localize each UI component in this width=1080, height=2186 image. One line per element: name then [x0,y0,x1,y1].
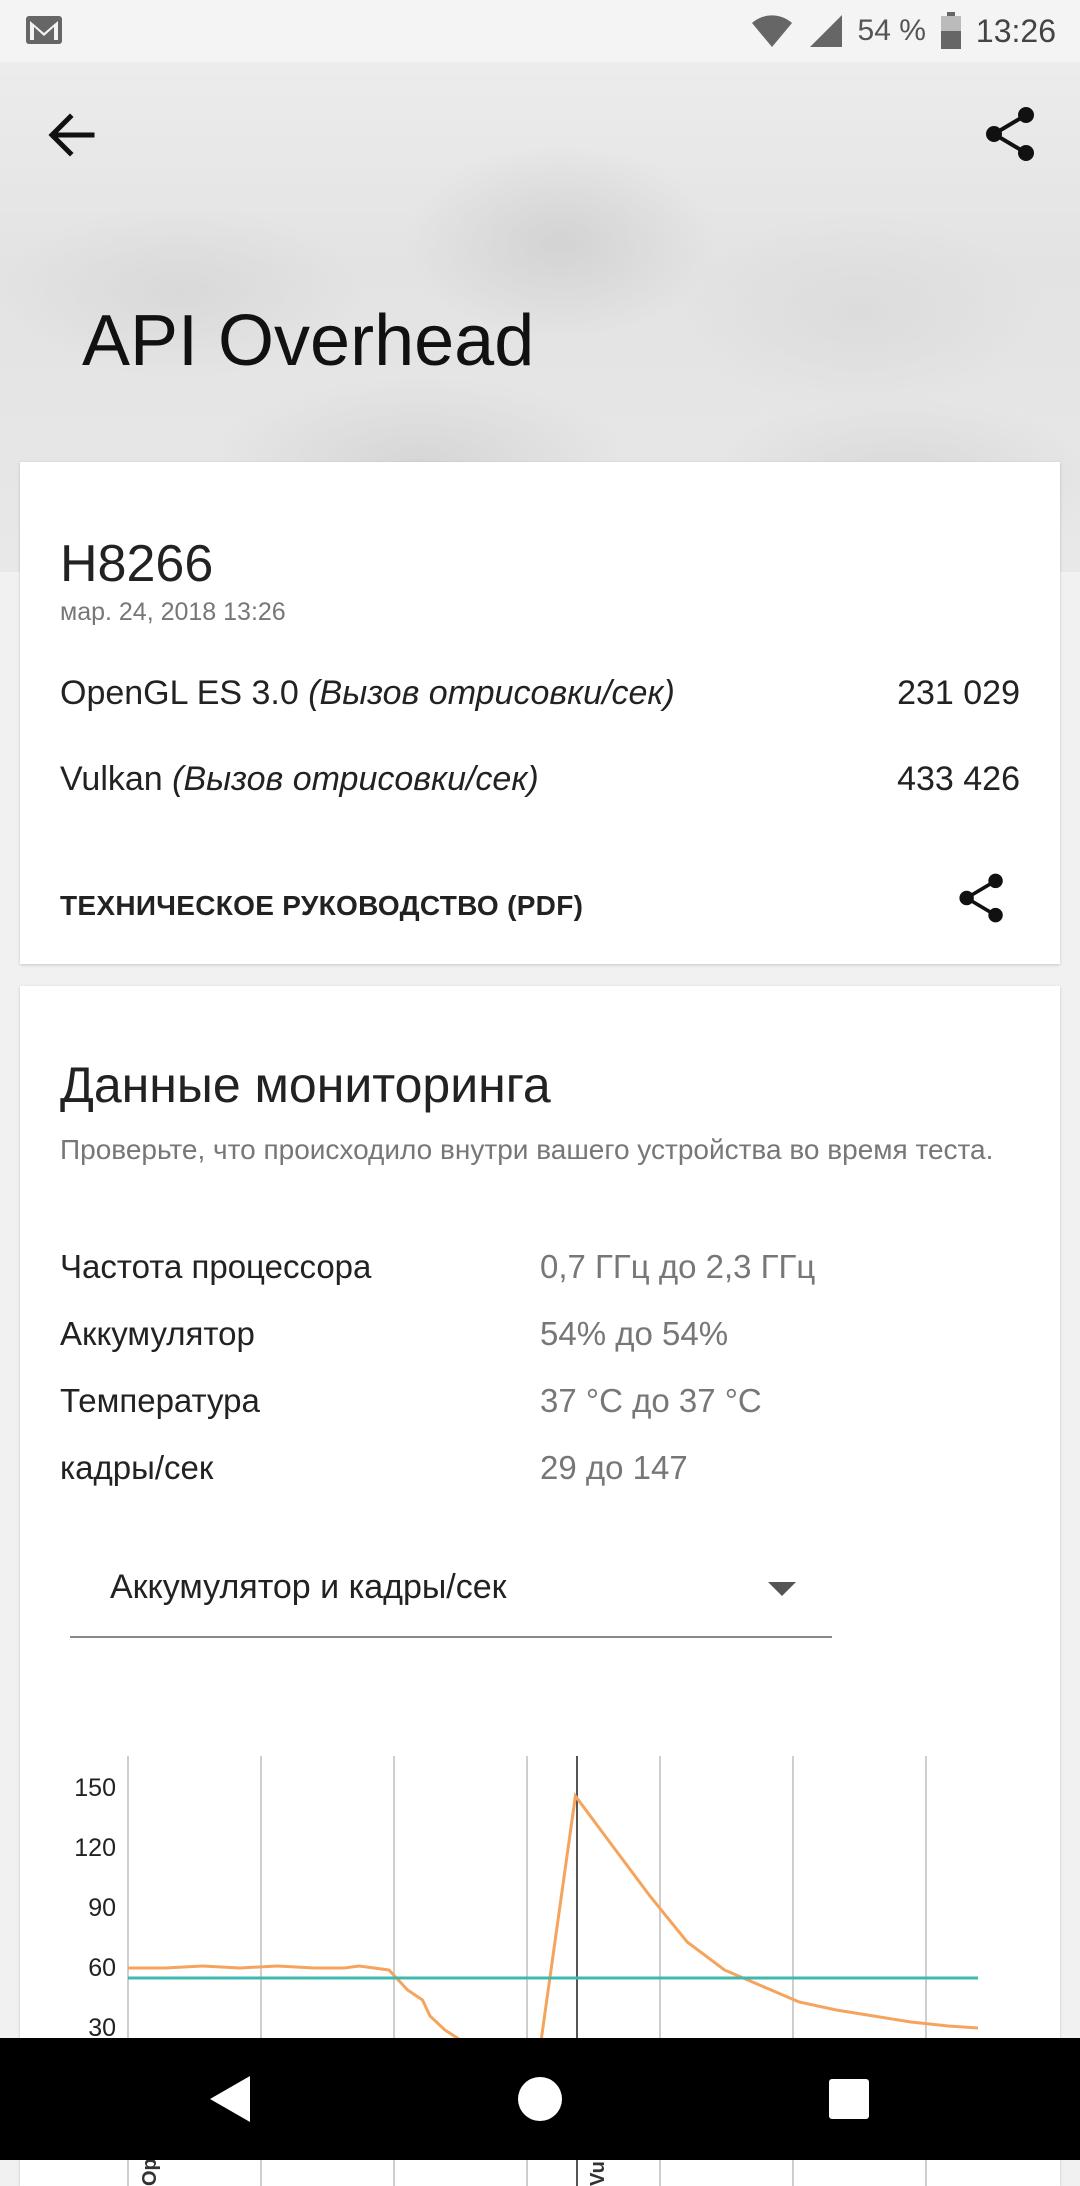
y-tick-label: 90 [88,1894,116,1922]
back-nav-icon[interactable] [200,2068,262,2130]
home-nav-icon[interactable] [509,2068,571,2130]
score-name: Vulkan [60,760,163,798]
monitor-value: 37 °C до 37 °C [540,1382,762,1419]
monitor-label: Температура [60,1382,260,1419]
score-row-opengl: OpenGL ES 3.0 (Вызов отрисовки/сек) 231 … [60,674,1020,713]
y-tick-label: 120 [74,1834,116,1862]
result-date: мар. 24, 2018 13:26 [60,598,286,626]
dropdown-arrow-icon [768,1582,796,1596]
page-title: API Overhead [82,301,535,381]
back-arrow-icon[interactable] [42,105,102,165]
monitoring-card: Данные мониторинга Проверьте, что происх… [20,986,1060,2186]
wifi-icon [751,15,792,47]
battery-icon [940,12,961,49]
device-name: H8266 [60,535,214,593]
share-icon[interactable] [980,103,1042,165]
monitor-value: 54% до 54% [540,1315,729,1352]
score-row-vulkan: Vulkan (Вызов отрисовки/сек) 433 426 [60,760,1020,799]
battery-percent: 54 % [857,14,926,47]
score-unit: (Вызов отрисовки/сек) [308,674,675,712]
clock: 13:26 [975,12,1056,49]
score-value: 433 426 [897,760,1020,798]
dropdown-selected-value: Аккумулятор и кадры/сек [110,1568,507,1606]
score-value: 231 029 [897,674,1020,712]
score-unit: (Вызов отрисовки/сек) [172,760,539,798]
status-bar: 54 % 13:26 [0,0,1080,62]
y-tick-label: 150 [74,1774,116,1802]
navigation-bar [0,2038,1080,2160]
cell-signal-icon [809,15,842,47]
monitor-value: 29 до 147 [540,1449,688,1486]
result-card: H8266 мар. 24, 2018 13:26 OpenGL ES 3.0 … [20,462,1060,964]
monitor-label: кадры/сек [60,1449,214,1486]
recents-nav-icon[interactable] [818,2068,880,2130]
monitoring-description: Проверьте, что происходило внутри вашего… [60,1134,994,1165]
fps-series-line [128,1792,979,2064]
score-name: OpenGL ES 3.0 [60,674,299,712]
share-icon[interactable] [954,870,1010,926]
monitor-value: 0,7 ГГц до 2,3 ГГц [540,1248,816,1285]
y-tick-label: 60 [88,1954,116,1982]
gmail-icon [26,16,62,44]
monitor-label: Частота процессора [60,1248,372,1285]
monitoring-title: Данные мониторинга [60,1057,551,1113]
technical-guide-link[interactable]: ТЕХНИЧЕСКОЕ РУКОВОДСТВО (PDF) [60,890,583,922]
chart-type-dropdown[interactable]: Аккумулятор и кадры/сек [70,1546,832,1638]
monitor-label: Аккумулятор [60,1315,255,1352]
